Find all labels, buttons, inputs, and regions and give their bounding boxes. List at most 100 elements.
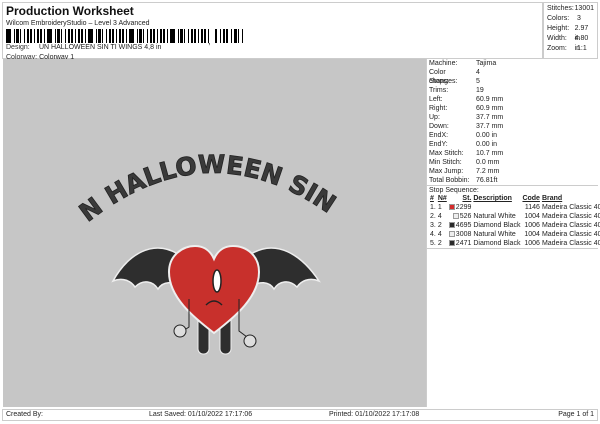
info-value: 7.2 mm <box>476 168 500 175</box>
color-swatch <box>448 222 455 229</box>
stop-row: 1. 1 2299 1146 Madeira Classic 40 <box>429 203 600 212</box>
design-info-panel: Machine: Tajima Color changes: 4 Stops: 5 Trim… <box>426 59 600 407</box>
stitch-cell: 2471 <box>448 239 473 248</box>
design-label: Design: <box>6 44 30 51</box>
thread-code: 1004 <box>524 231 540 238</box>
stat-label: Zoom: <box>547 45 567 52</box>
page-title: Production Worksheet <box>6 4 134 18</box>
info-value: 4 <box>476 69 480 76</box>
info-label: Left: <box>429 96 443 103</box>
stop-row: 2. 4 526 Natural White 1004 Madeira Classic 4… <box>429 212 600 221</box>
info-value: 5 <box>476 78 480 85</box>
stat-value: 13001 <box>574 5 594 12</box>
right-wing <box>250 247 321 291</box>
stop-num: 5. <box>430 240 436 247</box>
info-label: Min Stitch: <box>429 159 462 166</box>
design-row: Design: UN HALLOWEEN SIN TI WINGS 4,8 in <box>6 44 161 51</box>
stat-label: Width: <box>547 35 567 42</box>
info-label: Up: <box>429 114 440 121</box>
needle-num: 2 <box>437 240 442 247</box>
design-value: UN HALLOWEEN SIN TI WINGS 4,8 in <box>39 44 162 51</box>
info-label: EndY: <box>429 141 448 148</box>
info-row: Right: 60.9 mm <box>427 104 598 113</box>
needle-num: 4 <box>437 231 442 238</box>
info-label: Color changes: <box>429 69 458 85</box>
col-header: Brand <box>541 195 563 202</box>
info-label: Machine: <box>429 60 458 67</box>
info-value: 0.0 mm <box>476 159 500 166</box>
info-value: 37.7 mm <box>476 123 504 130</box>
info-row: Trims: 19 <box>427 86 598 95</box>
stitch-count: 526 <box>459 213 472 220</box>
stat-width: Width: 4.80 in <box>547 34 594 52</box>
stop-row: 4. 4 3008 Natural White 1004 Madeira Classic … <box>429 230 600 239</box>
barcode-separator: , <box>208 36 211 46</box>
thread-description: Diamond Black <box>473 222 521 229</box>
info-label: Trims: <box>429 87 449 94</box>
info-row: Stops: 5 <box>427 77 598 86</box>
info-row: EndX: 0.00 in <box>427 131 598 140</box>
stitch-cell: 526 <box>448 212 473 221</box>
color-swatch <box>448 204 455 211</box>
left-hand <box>173 324 187 338</box>
design-preview: UN HALLOWEEN SIN TI <box>0 36 426 407</box>
thread-description: Natural White <box>473 213 516 220</box>
info-value: 37.7 mm <box>476 114 504 121</box>
info-label: EndX: <box>429 132 449 139</box>
thread-code: 1006 <box>524 222 540 229</box>
color-swatch <box>452 213 459 220</box>
stat-value: 4.80 in <box>574 35 589 52</box>
info-row: Color changes: 4 <box>427 68 598 85</box>
stat-label: Colors: <box>547 15 570 22</box>
needle-num: 4 <box>437 213 442 220</box>
created-by: Created By: <box>6 411 43 418</box>
stat-stitches: Stitches: 13001 <box>547 4 594 14</box>
needle-num: 2 <box>437 222 442 229</box>
page-number: Page 1 of 1 <box>558 411 594 418</box>
col-header: Description <box>473 195 512 202</box>
color-swatch <box>448 231 455 238</box>
eye <box>212 269 222 293</box>
info-value: 60.9 mm <box>476 96 504 103</box>
barcode-suffix <box>215 29 245 43</box>
stats-panel: Stitches: 13001 Colors: 3 Height: 2.97 in W… <box>543 2 598 59</box>
col-header: N# <box>437 195 447 202</box>
info-row: Left: 60.9 mm <box>427 95 598 104</box>
info-label: Max Jump: <box>429 168 464 175</box>
info-label: Down: <box>429 123 449 130</box>
stitch-cell: 3008 <box>448 230 473 239</box>
artwork-text: UN HALLOWEEN SIN TI <box>3 59 349 227</box>
worksheet-header: Production Worksheet Wilcom EmbroiderySt… <box>2 2 543 61</box>
app-subtitle: Wilcom EmbroideryStudio – Level 3 Advanc… <box>6 20 150 27</box>
stat-value: 2.97 in <box>574 25 589 42</box>
thread-brand: Madeira Classic 40 <box>541 213 600 220</box>
stitch-count: 3008 <box>455 231 472 238</box>
stitch-cell: 4695 <box>448 221 473 230</box>
info-row: EndY: 0.00 in <box>427 140 598 149</box>
col-header: St. <box>462 195 472 202</box>
info-row: Total Bobbin: 76.81ft <box>427 176 598 185</box>
info-value: 76.81ft <box>476 177 498 184</box>
stitch-count: 4695 <box>455 222 472 229</box>
info-row: Min Stitch: 0.0 mm <box>427 158 598 167</box>
color-swatch <box>448 240 455 247</box>
stat-colors: Colors: 3 <box>547 14 594 24</box>
last-saved: Last Saved: 01/10/2022 17:17:06 <box>149 411 253 418</box>
info-label: Right: <box>429 105 448 112</box>
info-value: 19 <box>476 87 484 94</box>
thread-brand: Madeira Classic 40 <box>541 204 600 211</box>
stop-num: 4. <box>430 231 436 238</box>
stop-num: 1. <box>430 204 436 211</box>
stop-num: 2. <box>430 213 436 220</box>
stop-row: 5. 2 2471 Diamond Black 1006 Madeira Classic … <box>429 239 600 248</box>
col-header: Code <box>522 195 540 202</box>
info-label: Max Stitch: <box>429 150 464 157</box>
thread-description: Diamond Black <box>473 240 521 247</box>
stop-sequence-title: Stop Sequence: <box>427 185 598 194</box>
footer: Created By: Last Saved: 01/10/2022 17:17… <box>2 409 598 421</box>
thread-description <box>472 203 521 212</box>
info-value: 0.00 in <box>476 141 498 148</box>
info-label: Stops: <box>429 78 449 85</box>
info-row: Max Stitch: 10.7 mm <box>427 149 598 158</box>
info-value: 0.00 in <box>476 132 498 139</box>
